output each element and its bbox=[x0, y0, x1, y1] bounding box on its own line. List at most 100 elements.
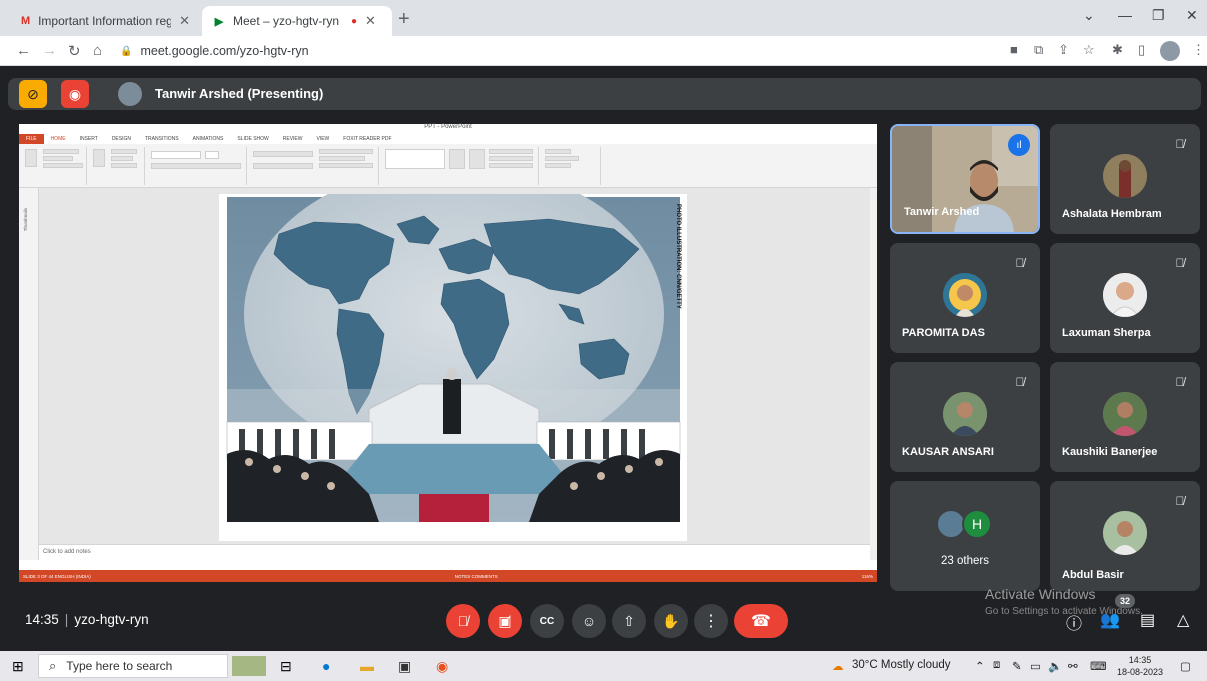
forward-icon[interactable]: → bbox=[42, 42, 57, 59]
avatar bbox=[1103, 511, 1147, 555]
minimize-button[interactable]: — bbox=[1118, 7, 1132, 23]
camera-toggle-button[interactable]: ▣̸ bbox=[488, 604, 522, 638]
gmail-icon: M bbox=[20, 15, 31, 27]
tray-chevron-icon[interactable]: ⌃ bbox=[975, 659, 985, 673]
windows-taskbar: ⊞ ⌕ Type here to search ⊟ ● ▬ ▣ ◉ ☁ 30°C… bbox=[0, 651, 1207, 681]
ribbon-group-editing bbox=[541, 147, 601, 185]
presenter-label: Tanwir Arshed (Presenting) bbox=[155, 86, 324, 101]
mic-off-icon: 🎙̸ bbox=[1015, 256, 1025, 270]
mic-toggle-button[interactable]: 🎙̸ bbox=[446, 604, 480, 638]
profile-avatar[interactable] bbox=[1160, 41, 1180, 61]
meeting-code[interactable]: yzo-hgtv-ryn bbox=[74, 612, 148, 627]
ppt-status-bar: SLIDE 3 OF 44 ENGLISH (INDIA) NOTES COMM… bbox=[19, 570, 877, 582]
raise-hand-button[interactable]: ✋ bbox=[654, 604, 688, 638]
ppt-tab: ANIMATIONS bbox=[192, 136, 224, 142]
participant-tile[interactable]: 🎙̸ KAUSAR ANSARI bbox=[890, 362, 1040, 472]
ppt-ribbon bbox=[19, 144, 877, 188]
participant-tile[interactable]: 🎙̸ Kaushiki Banerjee bbox=[1050, 362, 1200, 472]
ppt-status-right: NOTES COMMENTS bbox=[454, 573, 498, 579]
taskbar-date: 18-08-2023 bbox=[1117, 667, 1164, 677]
tray-app-icon[interactable]: ⧈ bbox=[993, 659, 1000, 672]
store-icon[interactable]: ▣ bbox=[398, 656, 411, 676]
thumbnails-label: Thumbnails bbox=[23, 208, 28, 232]
activities-icon[interactable]: △ bbox=[1177, 610, 1189, 630]
ribbon-group-clipboard bbox=[21, 147, 87, 185]
participant-tile[interactable]: 🎙̸ PAROMITA DAS bbox=[890, 243, 1040, 353]
ppt-scrollbar bbox=[870, 188, 877, 560]
pen-icon[interactable]: ✎ bbox=[1012, 659, 1022, 673]
ppt-tab: FILE bbox=[19, 134, 44, 144]
tab-meet[interactable]: ▶ Meet – yzo-hgtv-ryn ● ✕ bbox=[202, 6, 392, 36]
record-icon[interactable]: ◉ bbox=[61, 80, 89, 108]
new-tab-button[interactable]: + bbox=[398, 8, 410, 31]
keyboard-icon[interactable]: ⌨ bbox=[1090, 659, 1107, 673]
ppt-tab: TRANSITIONS bbox=[144, 136, 179, 142]
notification-icon[interactable]: ▢ bbox=[1180, 659, 1191, 673]
side-panel-icon[interactable]: ▯ bbox=[1138, 42, 1145, 58]
meeting-details-icon[interactable]: ⓘ bbox=[1066, 610, 1082, 634]
home-icon[interactable]: ⌂ bbox=[93, 42, 102, 59]
ppt-zoom: 116% bbox=[861, 573, 873, 579]
bookmark-star-icon[interactable]: ☆ bbox=[1083, 42, 1095, 58]
taskbar-widget-thumbnail[interactable] bbox=[232, 656, 266, 676]
participant-name: Laxuman Sherpa bbox=[1062, 327, 1151, 339]
menu-dots-icon[interactable]: ⋮ bbox=[1192, 42, 1205, 58]
volume-icon[interactable]: 🔈 bbox=[1048, 659, 1062, 673]
avatar bbox=[943, 392, 987, 436]
reactions-button[interactable]: ☺ bbox=[572, 604, 606, 638]
mic-off-icon: 🎙̸ bbox=[1175, 494, 1185, 508]
battery-icon[interactable]: ▭ bbox=[1030, 659, 1041, 673]
mic-off-icon: 🎙̸ bbox=[1175, 256, 1185, 270]
stop-presentation-icon[interactable]: ⊘ bbox=[19, 80, 47, 108]
activate-windows-title: Activate Windows bbox=[985, 586, 1096, 602]
people-icon[interactable]: 👥 bbox=[1100, 610, 1120, 630]
ribbon-group-paragraph bbox=[249, 147, 379, 185]
tab-gmail[interactable]: M Important Information regarding ✕ bbox=[10, 6, 200, 36]
ppt-editor-area: Thumbnails PHOTO ILLUSTRATION: CNN/GETTY… bbox=[19, 164, 877, 560]
file-explorer-icon[interactable]: ▬ bbox=[360, 656, 374, 676]
task-view-icon[interactable]: ⊟ bbox=[280, 656, 292, 676]
reload-icon[interactable]: ↻ bbox=[68, 42, 81, 60]
participant-tile[interactable]: ıl Tanwir Arshed bbox=[890, 124, 1040, 234]
ppt-tab: INSERT bbox=[79, 136, 98, 142]
chat-icon[interactable]: ▤ bbox=[1140, 610, 1155, 630]
participant-tile[interactable]: 🎙̸ Ashalata Hembram bbox=[1050, 124, 1200, 234]
more-options-button[interactable]: ⋮ bbox=[694, 604, 728, 638]
participant-tile[interactable]: 🎙̸ Laxuman Sherpa bbox=[1050, 243, 1200, 353]
participant-name: Ashalata Hembram bbox=[1062, 208, 1162, 220]
close-tab-icon[interactable]: ✕ bbox=[179, 13, 190, 29]
notes-pane[interactable]: Click to add notes bbox=[39, 544, 877, 560]
others-tile[interactable]: H 23 others bbox=[890, 481, 1040, 591]
presenter-avatar bbox=[118, 82, 142, 106]
camera-indicator-icon[interactable]: ■ bbox=[1010, 42, 1018, 57]
present-button[interactable]: ⇧ bbox=[612, 604, 646, 638]
recording-dot-icon: ● bbox=[351, 15, 358, 27]
close-tab-icon[interactable]: ✕ bbox=[365, 13, 376, 29]
share-tab-icon[interactable]: ⧉ bbox=[1034, 42, 1043, 58]
leave-call-button[interactable]: ☎ bbox=[734, 604, 788, 638]
chrome-icon[interactable]: ◉ bbox=[436, 656, 448, 676]
taskbar-clock[interactable]: 14:35 18-08-2023 bbox=[1117, 654, 1163, 678]
share-icon[interactable]: ⇪ bbox=[1058, 42, 1069, 58]
ribbon-group-drawing bbox=[381, 147, 539, 185]
world-map-podium-image bbox=[226, 164, 681, 522]
restore-button[interactable]: ❐ bbox=[1152, 7, 1165, 24]
weather-text[interactable]: 30°C Mostly cloudy bbox=[852, 659, 951, 671]
presentation-bar: ⊘ ◉ Tanwir Arshed (Presenting) bbox=[8, 78, 1201, 110]
photo-credit: PHOTO ILLUSTRATION: CNN/GETTY bbox=[675, 204, 681, 309]
speaking-indicator-icon: ıl bbox=[1008, 134, 1030, 156]
tab-search-icon[interactable]: ⌄ bbox=[1083, 7, 1095, 24]
windows-start-icon[interactable]: ⊞ bbox=[12, 656, 24, 676]
taskbar-search[interactable]: ⌕ Type here to search bbox=[38, 654, 228, 678]
extensions-icon[interactable]: ✱ bbox=[1112, 42, 1123, 58]
ppt-tab: HOME bbox=[50, 136, 66, 142]
back-icon[interactable]: ← bbox=[16, 42, 31, 59]
url-field[interactable]: 🔒 meet.google.com/yzo-hgtv-ryn bbox=[120, 41, 309, 61]
browser-tab-strip: M Important Information regarding ✕ ▶ Me… bbox=[0, 0, 1207, 36]
edge-icon[interactable]: ● bbox=[322, 656, 330, 676]
close-window-button[interactable]: ✕ bbox=[1186, 7, 1198, 24]
captions-button[interactable]: CC bbox=[530, 604, 564, 638]
ppt-ribbon-tabs: FILE HOME INSERT DESIGN TRANSITIONS ANIM… bbox=[19, 134, 877, 144]
link-icon[interactable]: ⚯ bbox=[1068, 659, 1078, 673]
participant-tile[interactable]: 🎙̸ Abdul Basir bbox=[1050, 481, 1200, 591]
